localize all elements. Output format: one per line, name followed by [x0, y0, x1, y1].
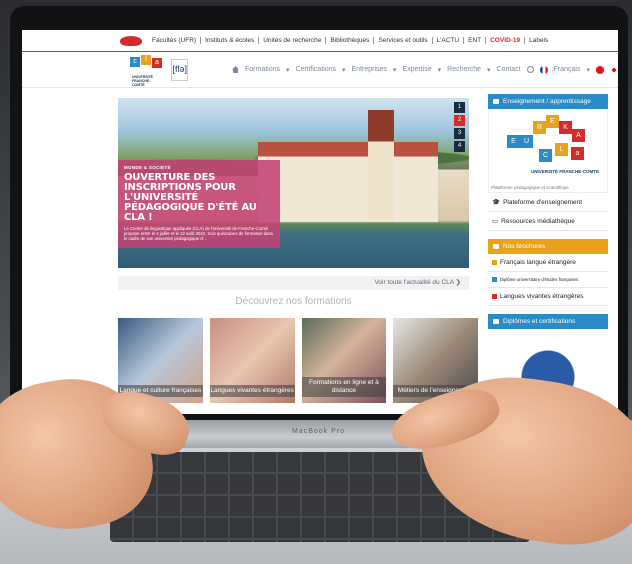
formation-card[interactable]: Langue et culture françaises [118, 318, 203, 403]
fle-quality-logo[interactable]: [flə] [171, 58, 188, 81]
logo-letter: l [141, 54, 151, 65]
hero-kicker: MONDE & SOCIÉTÉ [124, 165, 171, 170]
nav-item-formations[interactable]: Formations [245, 66, 280, 73]
topbar-link-services[interactable]: Services et outils [373, 37, 431, 44]
slide-button-1[interactable]: 1 [454, 102, 465, 113]
browser-viewport: Facultés (UFR) Instituts & écoles Unités… [22, 30, 618, 414]
eureka-caption: Plateforme pédagogique et scientifique [491, 185, 569, 190]
chevron-down-icon: ▾ [487, 66, 491, 74]
chevron-down-icon: ▾ [392, 66, 397, 74]
home-icon[interactable] [232, 66, 239, 73]
topbar-link-bibliotheques[interactable]: Bibliothèques [325, 37, 373, 44]
laptop-icon [493, 319, 499, 324]
logo-letter: E [546, 115, 559, 128]
hero-headline[interactable]: OUVERTURE DES INSCRIPTIONS POUR L'UNIVER… [124, 173, 274, 223]
slide-button-2[interactable]: 2 [454, 115, 465, 126]
hero-carousel[interactable]: MONDE & SOCIÉTÉ OUVERTURE DES INSCRIPTIO… [118, 98, 469, 268]
japanese-flag-icon[interactable] [610, 65, 618, 74]
logo-letter: C [539, 149, 552, 162]
main-nav: c l a UNIVERSITÉ FRANCHE-COMTÉ [flə] Form… [22, 52, 618, 88]
book-icon [492, 277, 497, 282]
graduation-cap-icon: 🎓 [492, 199, 501, 206]
hero-caption[interactable]: MONDE & SOCIÉTÉ OUVERTURE DES INSCRIPTIO… [118, 160, 280, 248]
nav-item-contact[interactable]: Contact [497, 66, 521, 73]
chevron-right-icon: ❯ [455, 279, 461, 286]
university-logo: UNIVERSITÉ FRANCHE-COMTÉ [530, 169, 599, 174]
hero-image [258, 142, 438, 222]
logo-letter: E [507, 135, 520, 148]
logo-letter: U [520, 135, 533, 148]
all-news-link[interactable]: Voir toute l'actualité du CLA ❯ [118, 276, 469, 290]
logo-letter: a [571, 147, 584, 160]
logo-letter: a [152, 57, 162, 68]
ufc-logo-icon[interactable] [120, 35, 142, 46]
topbar-link-actu[interactable]: L'ACTU [431, 37, 464, 44]
brochure-du[interactable]: Diplôme universitaire d'études française… [488, 272, 608, 288]
formation-card[interactable]: Formations en ligne et à distance [301, 318, 387, 403]
nav-item-recherche[interactable]: Recherche [447, 66, 481, 73]
formation-card[interactable]: Langues vivantes étrangères [209, 318, 295, 403]
laptop-brand-label: MacBook Pro [292, 428, 346, 435]
laptop-icon [493, 244, 499, 249]
university-topbar: Facultés (UFR) Instituts & écoles Unités… [22, 30, 618, 52]
chevron-down-icon: ▾ [437, 66, 442, 74]
search-icon[interactable] [526, 66, 534, 73]
formation-card-label: Formations en ligne et à distance [301, 377, 387, 397]
logo-letter: L [555, 143, 568, 156]
nav-menu: Formations ▾ Certifications ▾ Entreprises ▾… [232, 65, 618, 74]
book-icon [492, 294, 497, 299]
book-icon [492, 260, 497, 265]
logo-caption: UNIVERSITÉ FRANCHE-COMTÉ [132, 74, 154, 87]
formations-heading: Découvrez nos formations [235, 296, 352, 307]
slide-button-4[interactable]: 4 [454, 141, 465, 152]
topbar-link-labels[interactable]: Labels [524, 37, 552, 44]
topbar-link-facultes[interactable]: Facultés (UFR) [148, 37, 200, 44]
monitor-icon: ▭ [492, 218, 499, 225]
formations-cards: Langue et culture françaises Langues viv… [118, 318, 478, 408]
logo-letter: K [559, 121, 572, 134]
cla-logo[interactable]: c l a UNIVERSITÉ FRANCHE-COMTÉ [130, 54, 162, 87]
carousel-pager: 1 2 3 4 [454, 102, 465, 152]
brochure-lve[interactable]: Langues vivantes étrangères [488, 288, 608, 306]
hero-image [368, 110, 394, 222]
language-select[interactable]: Français [554, 66, 581, 73]
link-plateforme[interactable]: 🎓 Plateforme d'enseignement [488, 193, 608, 212]
logo-letter: R [533, 121, 546, 134]
slide-button-3[interactable]: 3 [454, 128, 465, 139]
nav-item-certifications[interactable]: Certifications [296, 66, 336, 73]
hero-description: Le Centre de linguistique appliquée (CLA… [124, 226, 274, 242]
panel-header-diplomes: Diplômes et certifications [488, 314, 608, 329]
nav-item-expertise[interactable]: Expertise [402, 66, 431, 73]
topbar-link-ent[interactable]: ENT [463, 37, 485, 44]
sidebar: Enseignement / apprentissage E U R E K A… [488, 94, 608, 389]
laptop-icon [493, 99, 499, 104]
topbar-link-instituts[interactable]: Instituts & écoles [200, 37, 258, 44]
logo-letter: A [572, 129, 585, 142]
formation-card-label: Langues vivantes étrangères [209, 385, 295, 397]
french-flag-icon[interactable] [539, 65, 548, 74]
link-ressources[interactable]: ▭ Ressources médiathèque [488, 212, 608, 231]
topbar-link-unites[interactable]: Unités de recherche [258, 37, 325, 44]
brochure-fle[interactable]: Français langue étrangère [488, 254, 608, 272]
panel-header-brochures: Nos brochures [488, 239, 608, 254]
chevron-down-icon: ▾ [286, 66, 290, 74]
chinese-flag-icon[interactable] [596, 65, 604, 74]
eureka-logo[interactable]: E U R E K A C L a UNIVERSITÉ FRANCHE-COM… [488, 109, 608, 193]
nav-item-entreprises[interactable]: Entreprises [352, 66, 387, 73]
chevron-down-icon: ▾ [342, 66, 346, 74]
chevron-down-icon: ▾ [586, 66, 590, 74]
logo-letter: c [130, 56, 140, 67]
panel-header-enseignement: Enseignement / apprentissage [488, 94, 608, 109]
topbar-link-covid[interactable]: COVID-19 [485, 37, 524, 44]
